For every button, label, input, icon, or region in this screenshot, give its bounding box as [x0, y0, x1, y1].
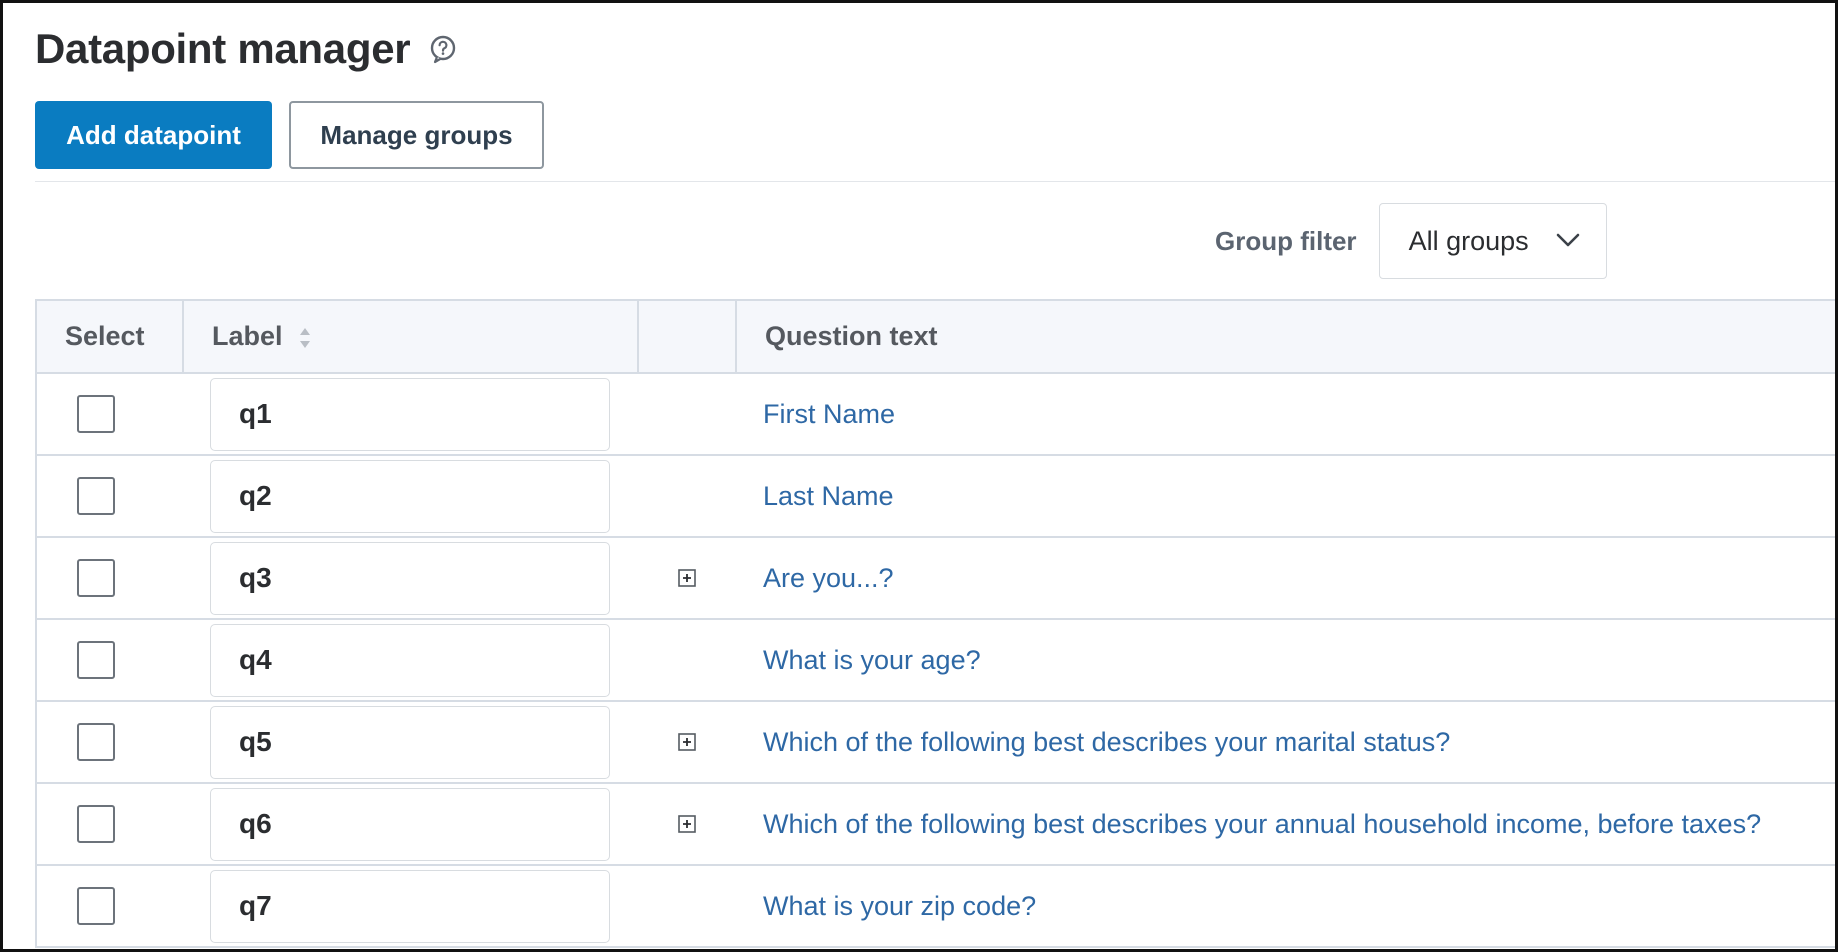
table-row: q3 Are you...?	[35, 537, 1835, 620]
question-cell: First Name	[736, 373, 1835, 456]
header-label[interactable]: Label	[182, 299, 638, 374]
page-title: Datapoint manager	[35, 25, 411, 72]
select-cell	[35, 783, 183, 866]
question-text-link[interactable]: Are you...?	[736, 563, 1835, 594]
question-text-link[interactable]: What is your zip code?	[736, 891, 1835, 922]
expand-cell	[638, 619, 736, 702]
table-row: q6 Which of the following best describes …	[35, 783, 1835, 866]
select-cell	[35, 619, 183, 702]
manage-groups-button[interactable]: Manage groups	[289, 101, 544, 169]
select-cell	[35, 701, 183, 784]
header-label-text: Label	[212, 321, 283, 351]
label-input[interactable]: q2	[210, 459, 610, 533]
question-cell: What is your zip code?	[736, 865, 1835, 948]
add-datapoint-button[interactable]: Add datapoint	[35, 101, 272, 169]
expand-cell	[638, 537, 736, 620]
label-cell: q6	[183, 783, 638, 866]
question-cell: Which of the following best describes yo…	[736, 701, 1835, 784]
table-row: q7 What is your zip code?	[35, 865, 1835, 948]
question-text-link[interactable]: What is your age?	[736, 645, 1835, 676]
label-input[interactable]: q4	[210, 623, 610, 697]
label-input[interactable]: q6	[210, 787, 610, 861]
label-input[interactable]: q5	[210, 705, 610, 779]
title-row: Datapoint manager	[35, 25, 458, 73]
question-cell: Are you...?	[736, 537, 1835, 620]
expand-cell	[638, 455, 736, 538]
group-filter-value: All groups	[1408, 225, 1529, 256]
group-filter-label: Group filter	[1215, 225, 1357, 256]
toolbar: Add datapoint Manage groups	[35, 101, 544, 169]
sort-icon[interactable]	[298, 325, 312, 351]
table-row: q5 Which of the following best describes …	[35, 701, 1835, 784]
label-cell: q5	[183, 701, 638, 784]
app-frame: Datapoint manager Add datapoint Manage g…	[0, 0, 1838, 952]
label-input[interactable]: q7	[210, 869, 610, 943]
expand-plus-icon[interactable]	[678, 815, 696, 833]
select-cell	[35, 455, 183, 538]
row-select-checkbox[interactable]	[77, 723, 115, 761]
question-cell: Last Name	[736, 455, 1835, 538]
select-cell	[35, 865, 183, 948]
datapoints-table: Select Label Question text q1 First Name q…	[35, 299, 1835, 948]
row-select-checkbox[interactable]	[77, 395, 115, 433]
table-row: q4 What is your age?	[35, 619, 1835, 702]
row-select-checkbox[interactable]	[77, 805, 115, 843]
group-filter: Group filter All groups	[1215, 203, 1607, 279]
header-expand	[637, 299, 736, 374]
header-select: Select	[35, 299, 183, 374]
select-cell	[35, 537, 183, 620]
row-select-checkbox[interactable]	[77, 887, 115, 925]
label-cell: q4	[183, 619, 638, 702]
table-body: q1 First Name q2 Last Name q3 Are you...? q4 Wh…	[35, 373, 1835, 948]
row-select-checkbox[interactable]	[77, 559, 115, 597]
label-cell: q1	[183, 373, 638, 456]
question-text-link[interactable]: First Name	[736, 399, 1835, 430]
header-question-text: Question text	[735, 299, 1835, 374]
table-row: q1 First Name	[35, 373, 1835, 456]
question-cell: Which of the following best describes yo…	[736, 783, 1835, 866]
expand-plus-icon[interactable]	[678, 733, 696, 751]
toolbar-divider	[35, 181, 1835, 182]
row-select-checkbox[interactable]	[77, 641, 115, 679]
select-cell	[35, 373, 183, 456]
question-circle-icon[interactable]	[428, 34, 458, 64]
expand-cell	[638, 701, 736, 784]
expand-cell	[638, 865, 736, 948]
label-cell: q3	[183, 537, 638, 620]
expand-cell	[638, 783, 736, 866]
question-text-link[interactable]: Last Name	[736, 481, 1835, 512]
chevron-down-icon	[1556, 233, 1579, 247]
question-text-link[interactable]: Which of the following best describes yo…	[736, 727, 1835, 758]
question-text-link[interactable]: Which of the following best describes yo…	[736, 809, 1835, 840]
question-cell: What is your age?	[736, 619, 1835, 702]
table-header-row: Select Label Question text	[35, 299, 1835, 374]
expand-plus-icon[interactable]	[678, 569, 696, 587]
label-cell: q7	[183, 865, 638, 948]
label-input[interactable]: q3	[210, 541, 610, 615]
group-filter-select[interactable]: All groups	[1378, 203, 1607, 279]
label-input[interactable]: q1	[210, 377, 610, 451]
expand-cell	[638, 373, 736, 456]
label-cell: q2	[183, 455, 638, 538]
row-select-checkbox[interactable]	[77, 477, 115, 515]
table-row: q2 Last Name	[35, 455, 1835, 538]
